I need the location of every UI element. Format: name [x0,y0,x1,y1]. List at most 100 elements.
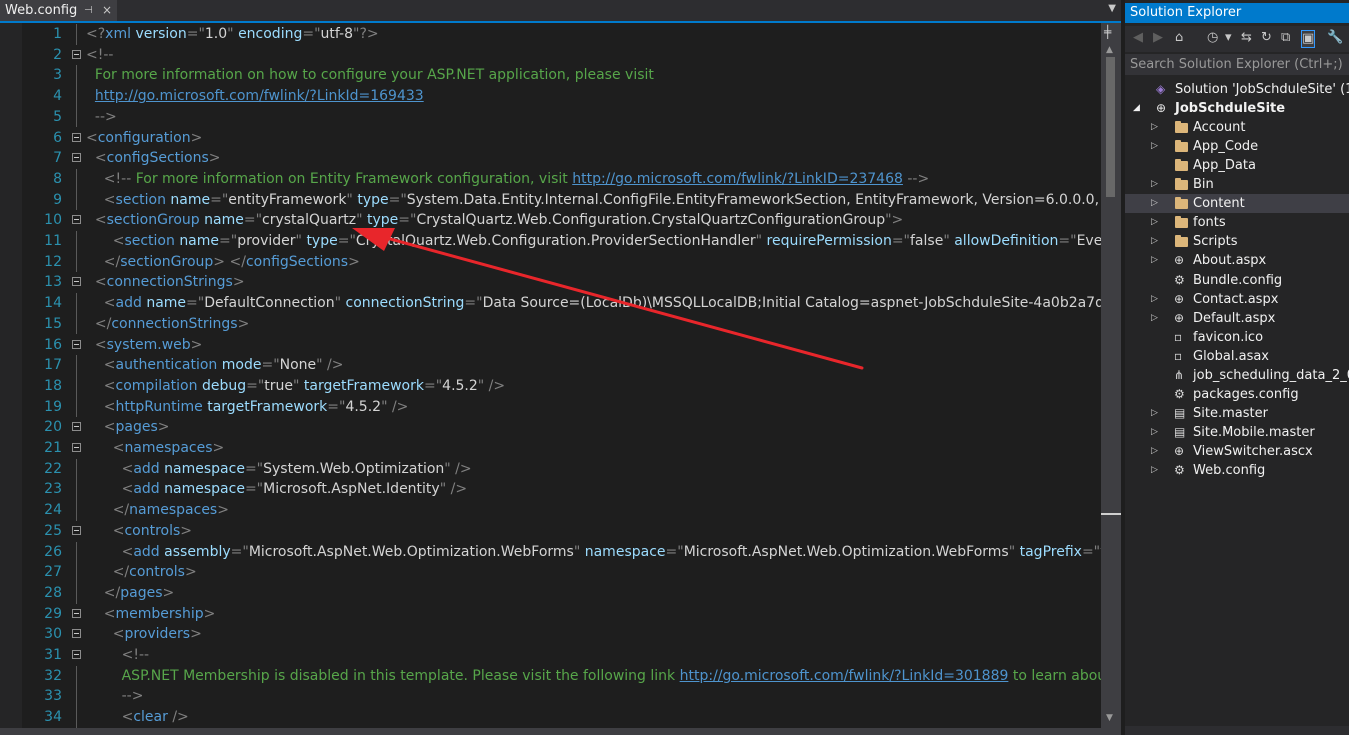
code-text[interactable]: <section name="provider" type="CrystalQu… [86,231,1121,252]
collapse-region-icon[interactable] [72,215,81,225]
code-text[interactable]: <configuration> [86,128,202,149]
comment-hyperlink[interactable]: http://go.microsoft.com/fwlink/?LinkID=2… [572,171,903,187]
code-line[interactable]: 22 <add namespace="System.Web.Optimizati… [0,458,1101,480]
comment-hyperlink[interactable]: http://go.microsoft.com/fwlink/?LinkId=1… [95,88,424,104]
expand-arrow-icon[interactable]: ▷ [1151,442,1158,461]
code-line[interactable]: 25 <controls> [0,521,1101,542]
code-line[interactable]: 19 <httpRuntime targetFramework="4.5.2" … [0,396,1101,418]
code-text[interactable]: </connectionStrings> [86,314,249,335]
code-line[interactable]: 26 <add assembly="Microsoft.AspNet.Web.O… [0,541,1121,563]
vertical-scrollbar[interactable]: ╪ ▲ ▼ [1101,23,1121,735]
code-line[interactable]: 23 <add namespace="Microsoft.AspNet.Iden… [0,479,1101,501]
collapse-region-icon[interactable] [72,650,81,659]
code-line[interactable]: 1 <?xml version="1.0" encoding="utf-8"?> [0,24,1101,45]
code-text[interactable]: <authentication mode="None" /> [86,355,344,376]
expand-arrow-icon[interactable]: ▷ [1151,213,1158,232]
horizontal-scrollbar[interactable] [0,728,1101,735]
back-icon[interactable]: ◀ [1133,30,1143,46]
tree-file-item[interactable]: ▫ favicon.ico [1125,328,1349,347]
split-editor-icon[interactable]: ╪ [1104,26,1111,38]
code-line[interactable]: 21 <namespaces> [0,438,1101,459]
code-text[interactable]: <membership> [86,604,216,625]
code-line[interactable]: 27 </controls> [0,562,1101,583]
tab-dropdown-icon[interactable]: ▼ [1108,3,1116,14]
properties-wrench-icon[interactable]: 🔧 [1327,30,1343,46]
solution-explorer-title[interactable]: Solution Explorer [1125,3,1349,23]
code-text[interactable]: <pages> [86,417,170,438]
code-text[interactable]: <?xml version="1.0" encoding="utf-8"?> [86,24,379,45]
code-line[interactable]: 20 <pages> [0,417,1101,438]
code-text[interactable]: </namespaces> [86,500,229,521]
tree-file-item[interactable]: ⚙ packages.config [1125,385,1349,404]
tree-file-item[interactable]: ▷ ⊕ About.aspx [1125,251,1349,270]
code-line[interactable]: 34 <clear /> [0,707,1101,728]
collapse-region-icon[interactable] [72,49,81,59]
code-line[interactable]: 16 <system.web> [0,335,1101,356]
code-text[interactable]: <add namespace="System.Web.Optimization"… [86,459,472,480]
code-line[interactable]: 4 http://go.microsoft.com/fwlink/?LinkId… [0,86,1101,107]
code-line[interactable]: 10 <sectionGroup name="crystalQuartz" ty… [0,210,1101,231]
code-line[interactable]: 14 <add name="DefaultConnection" connect… [0,293,1121,314]
code-line[interactable]: 30 <providers> [0,624,1101,645]
sync-icon[interactable]: ⇆ [1241,30,1252,46]
code-text[interactable]: --> [86,107,117,128]
tree-folder-item[interactable]: ▷ Bin [1125,175,1349,194]
refresh-icon[interactable]: ↻ [1261,30,1272,46]
code-text[interactable]: <providers> [86,624,202,645]
expand-arrow-icon[interactable]: ▷ [1151,194,1158,213]
code-text[interactable]: <clear /> [86,707,189,728]
code-text[interactable]: <add namespace="Microsoft.AspNet.Identit… [86,479,467,500]
code-line[interactable]: 15 </connectionStrings> [0,313,1101,335]
tree-file-item[interactable]: ▷ ▤ Site.Mobile.master [1125,423,1349,442]
tree-folder-item[interactable]: ▷ Content [1125,194,1349,214]
collapse-region-icon[interactable] [72,443,81,452]
show-all-files-icon[interactable]: ▣ [1301,30,1316,48]
expand-arrow-icon[interactable]: ▷ [1151,423,1158,442]
tree-file-item[interactable]: ▷ ⊕ ViewSwitcher.ascx [1125,442,1349,461]
code-text[interactable]: <compilation debug="true" targetFramewor… [86,376,505,397]
tree-file-item[interactable]: ⚙ Bundle.config [1125,271,1349,290]
code-text[interactable]: <add assembly="Microsoft.AspNet.Web.Opti… [86,542,1121,563]
code-line[interactable]: 8 <!-- For more information on Entity Fr… [0,168,1101,190]
tree-file-item[interactable]: ▷ ⚙ Web.config [1125,461,1349,480]
expand-arrow-icon[interactable]: ▷ [1151,290,1158,309]
code-text[interactable]: <sectionGroup name="crystalQuartz" type=… [86,210,903,231]
code-line[interactable]: 13 <connectionStrings> [0,272,1101,293]
code-line[interactable]: 7 <configSections> [0,148,1101,169]
collapse-region-icon[interactable] [72,525,81,535]
code-text[interactable]: For more information on how to configure… [86,65,654,86]
code-text[interactable]: <!-- [86,45,113,66]
code-text[interactable]: http://go.microsoft.com/fwlink/?LinkId=1… [86,86,424,107]
collapse-region-icon[interactable] [72,153,81,163]
tab-web-config[interactable]: Web.config ⊣ × [0,0,117,21]
code-text[interactable]: <system.web> [86,335,203,356]
code-line[interactable]: 28 </pages> [0,582,1101,604]
tree-folder-item[interactable]: App_Data [1125,156,1349,175]
forward-icon[interactable]: ▶ [1153,30,1163,46]
code-text[interactable]: ASP.NET Membership is disabled in this t… [86,666,1121,687]
tree-folder-item[interactable]: ▷ fonts [1125,213,1349,232]
code-editor[interactable]: 1 <?xml version="1.0" encoding="utf-8"?> 2… [0,23,1121,735]
code-line[interactable]: 32 ASP.NET Membership is disabled in thi… [0,665,1121,687]
scroll-down-icon[interactable]: ▼ [1106,713,1113,723]
dropdown-icon[interactable]: ▾ [1225,30,1232,46]
code-line[interactable]: 29 <membership> [0,604,1101,625]
code-line[interactable]: 17 <authentication mode="None" /> [0,355,1101,376]
code-line[interactable]: 6 <configuration> [0,128,1101,149]
tree-file-item[interactable]: ▫ Global.asax [1125,347,1349,366]
tree-solution-item[interactable]: ◈ Solution 'JobSchduleSite' (1 project) [1125,80,1349,99]
collapse-region-icon[interactable] [72,422,81,432]
code-text[interactable]: <namespaces> [86,438,225,459]
code-text[interactable]: <configSections> [86,148,221,169]
expanded-arrow-icon[interactable]: ◢ [1133,99,1140,118]
code-text[interactable]: <!-- [86,645,149,666]
tree-file-item[interactable]: ▷ ▤ Site.master [1125,404,1349,423]
expand-arrow-icon[interactable]: ▷ [1151,137,1158,156]
expand-arrow-icon[interactable]: ▷ [1151,175,1158,194]
comment-hyperlink[interactable]: http://go.microsoft.com/fwlink/?LinkId=3… [680,668,1009,684]
pin-icon[interactable]: ⊣ [84,0,93,21]
code-line[interactable]: 24 </namespaces> [0,500,1101,521]
scroll-thumb[interactable] [1106,57,1115,197]
code-line[interactable]: 9 <section name="entityFramework" type="… [0,189,1121,211]
code-line[interactable]: 5 --> [0,106,1101,128]
